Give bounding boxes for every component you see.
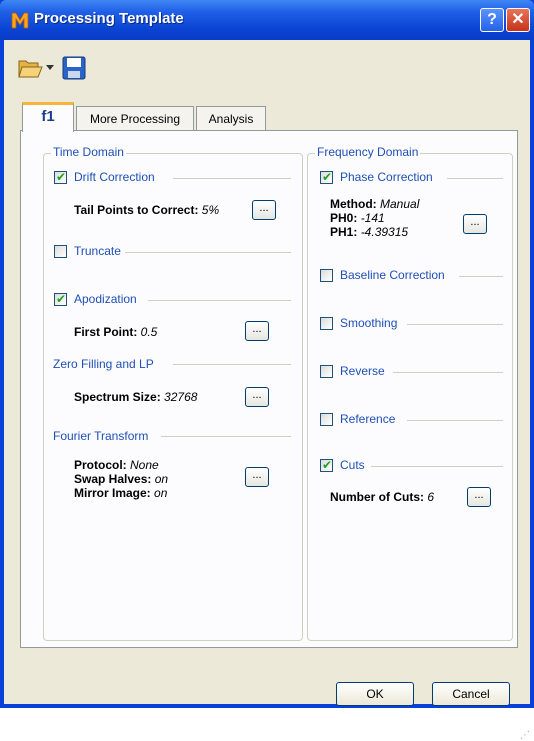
cuts-options-button[interactable]: ...	[467, 487, 491, 507]
number-of-cuts-label: Number of Cuts:	[330, 490, 424, 504]
divider	[173, 178, 291, 179]
ph1-row: PH1: -4.39315	[330, 225, 408, 239]
first-point-row: First Point: 0.5	[74, 325, 157, 339]
number-of-cuts-row: Number of Cuts: 6	[330, 490, 434, 504]
reference-checkbox[interactable]	[320, 413, 333, 426]
reverse-label[interactable]: Reverse	[340, 364, 385, 378]
swap-halves-value: on	[154, 472, 169, 486]
method-value: Manual	[380, 197, 420, 211]
method-label: Method:	[330, 197, 377, 211]
number-of-cuts-value: 6	[427, 490, 435, 504]
protocol-value: None	[130, 458, 159, 472]
frequency-domain-title: Frequency Domain	[315, 145, 421, 159]
divider	[125, 252, 291, 253]
divider	[447, 178, 503, 179]
spectrum-size-value: 32768	[164, 390, 198, 404]
divider	[459, 276, 503, 277]
protocol-row: Protocol: None	[74, 458, 159, 472]
phase-correction-label[interactable]: Phase Correction	[340, 170, 433, 184]
first-point-value: 0.5	[140, 325, 158, 339]
dropdown-arrow-icon[interactable]	[46, 65, 54, 71]
truncate-checkbox[interactable]	[54, 245, 67, 258]
smoothing-checkbox[interactable]	[320, 317, 333, 330]
swap-halves-row: Swap Halves: on	[74, 472, 168, 486]
baseline-correction-checkbox[interactable]	[320, 269, 333, 282]
check-mark-icon: ✔	[56, 170, 67, 184]
save-icon[interactable]	[62, 56, 86, 80]
spectrum-size-options-button[interactable]: ...	[245, 387, 269, 407]
processing-template-window: Processing Template ? ✕ f1 More Processi…	[0, 0, 534, 741]
window-title: Processing Template	[34, 10, 184, 27]
cuts-label[interactable]: Cuts	[340, 458, 365, 472]
app-logo-icon	[11, 12, 29, 29]
truncate-label[interactable]: Truncate	[74, 244, 121, 258]
divider	[407, 324, 503, 325]
ok-button[interactable]: OK	[336, 682, 414, 706]
divider	[148, 300, 291, 301]
ph1-value: -4.39315	[360, 225, 409, 239]
tail-points-row: Tail Points to Correct: 5%	[74, 203, 219, 217]
title-bar[interactable]: Processing Template ? ✕	[0, 0, 534, 40]
mirror-image-label: Mirror Image:	[74, 486, 151, 500]
mirror-image-row: Mirror Image: on	[74, 486, 167, 500]
phase-options-button[interactable]: ...	[463, 214, 487, 234]
check-mark-icon: ✔	[56, 292, 67, 306]
divider	[173, 364, 291, 365]
tab-panel-f1: Time Domain ✔ Drift Correction Tail Poin…	[20, 130, 518, 648]
tab-f1[interactable]: f1	[22, 102, 74, 132]
first-point-options-button[interactable]: ...	[245, 321, 269, 341]
reference-label[interactable]: Reference	[340, 412, 395, 426]
apodization-checkbox[interactable]: ✔	[54, 292, 67, 306]
time-domain-title: Time Domain	[51, 145, 126, 159]
ph0-value: -141	[360, 211, 385, 225]
mirror-image-value: on	[154, 486, 168, 500]
check-mark-icon: ✔	[322, 458, 333, 472]
spectrum-size-label: Spectrum Size:	[74, 390, 161, 404]
fourier-transform-title: Fourier Transform	[51, 429, 151, 443]
ph0-label: PH0:	[330, 211, 358, 225]
divider	[407, 420, 503, 421]
divider	[371, 466, 503, 467]
baseline-correction-label[interactable]: Baseline Correction	[340, 268, 445, 282]
method-row: Method: Manual	[330, 197, 419, 211]
first-point-label: First Point:	[74, 325, 138, 339]
divider	[393, 372, 503, 373]
phase-correction-checkbox[interactable]: ✔	[320, 170, 333, 184]
tab-analysis[interactable]: Analysis	[196, 106, 266, 130]
zero-filling-title: Zero Filling and LP	[51, 357, 156, 371]
dialog-body: f1 More Processing Analysis Time Domain …	[4, 40, 530, 741]
cuts-checkbox[interactable]: ✔	[320, 458, 333, 472]
resize-grip-icon[interactable]: ⋰	[520, 730, 530, 741]
tail-points-value: 5%	[201, 203, 220, 217]
reverse-checkbox[interactable]	[320, 365, 333, 378]
ph0-row: PH0: -141	[330, 211, 385, 225]
apodization-label[interactable]: Apodization	[74, 292, 137, 306]
drift-correction-checkbox[interactable]: ✔	[54, 170, 67, 184]
swap-halves-label: Swap Halves:	[74, 472, 152, 486]
tail-points-options-button[interactable]: ...	[252, 200, 276, 220]
fourier-options-button[interactable]: ...	[245, 467, 269, 487]
protocol-label: Protocol:	[74, 458, 127, 472]
tab-more-processing[interactable]: More Processing	[76, 106, 194, 130]
check-mark-icon: ✔	[322, 170, 333, 184]
smoothing-label[interactable]: Smoothing	[340, 316, 397, 330]
open-folder-icon[interactable]	[18, 56, 44, 80]
divider	[161, 436, 291, 437]
ph1-label: PH1:	[330, 225, 358, 239]
tail-points-label: Tail Points to Correct:	[74, 203, 199, 217]
cancel-button[interactable]: Cancel	[432, 682, 510, 706]
help-button[interactable]: ?	[480, 8, 504, 32]
drift-correction-label[interactable]: Drift Correction	[74, 170, 155, 184]
spectrum-size-row: Spectrum Size: 32768	[74, 390, 197, 404]
close-button[interactable]: ✕	[506, 8, 530, 32]
